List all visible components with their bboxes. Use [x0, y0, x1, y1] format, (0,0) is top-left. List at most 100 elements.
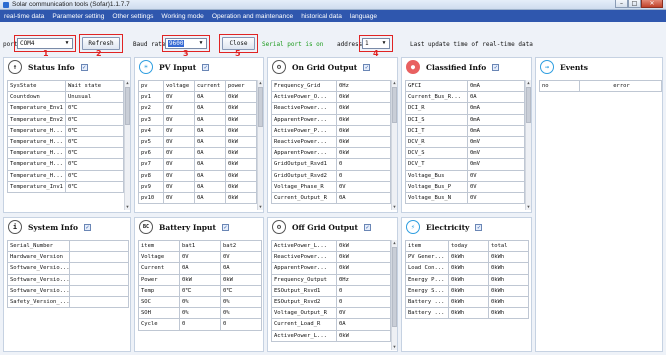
- menu-historical-data[interactable]: historical data: [297, 13, 346, 20]
- value-cell: 0: [336, 295, 391, 309]
- key-cell: ActivePower_L...: [271, 239, 337, 253]
- minimize-button[interactable]: –: [615, 0, 628, 8]
- table-row: Safety_Version_...: [7, 295, 129, 309]
- value-cell: 0kW: [336, 239, 391, 253]
- table-row: ApparentPower... 0kW: [271, 147, 391, 160]
- pv-cell: pv2: [138, 102, 164, 115]
- table-row: ApparentPower... 0kW: [271, 262, 391, 275]
- scroll-thumb[interactable]: [526, 87, 531, 123]
- key-cell: SysState: [7, 79, 66, 93]
- table-row: SysState Wait state: [7, 79, 124, 93]
- classified-scrollbar[interactable]: ▲ ▼: [525, 80, 531, 210]
- total-cell: 0kWh: [488, 284, 529, 297]
- table-row: Software_Versio...: [7, 262, 129, 275]
- key-cell: ReactivePower...: [271, 102, 337, 115]
- table-row: Temp 0℃ 0℃: [138, 284, 262, 297]
- item-cell: Battery ...: [405, 307, 449, 320]
- value-cell: 0mA: [467, 124, 525, 137]
- power-cell: 0kW: [225, 135, 257, 149]
- today-cell: 0kWh: [448, 295, 489, 309]
- electricity-panel: ⚡ Electricity ✓ item today total PV Gener...…: [401, 217, 532, 352]
- value-cell: 0mA: [467, 113, 525, 126]
- key-cell: Voltage_Bus_N: [405, 191, 468, 205]
- bat2-cell: 0%: [220, 295, 262, 309]
- scroll-up-icon[interactable]: ▲: [125, 80, 130, 86]
- power-cell: 0kW: [225, 124, 257, 137]
- column-header: current: [194, 79, 226, 93]
- table-row: Voltage_Bus_P 0V: [405, 180, 525, 193]
- scroll-down-icon[interactable]: ▼: [392, 344, 397, 350]
- electricity-checkbox[interactable]: ✓: [475, 223, 483, 231]
- column-header: voltage: [163, 79, 195, 93]
- value-cell: 0mV: [467, 135, 525, 149]
- key-cell: Temperature_Env1: [7, 102, 66, 115]
- value-cell: 0kW: [336, 329, 391, 342]
- on-grid-checkbox[interactable]: ✓: [363, 63, 371, 71]
- key-cell: Temperature_H...: [7, 169, 66, 182]
- pv-input-scrollbar[interactable]: ▲ ▼: [257, 80, 263, 210]
- key-cell: Temperature_H...: [7, 135, 66, 149]
- on-grid-scrollbar[interactable]: ▲ ▼: [391, 80, 397, 210]
- key-cell: DCV_R: [405, 135, 468, 149]
- bat2-cell: 0: [220, 318, 262, 331]
- scroll-thumb[interactable]: [392, 87, 397, 123]
- scroll-up-icon[interactable]: ▲: [392, 80, 397, 86]
- current-cell: 0A: [194, 158, 226, 171]
- menu-operation-maintenance[interactable]: Operation and maintenance: [208, 13, 297, 20]
- power-cell: 0kW: [225, 158, 257, 171]
- key-cell: DCI_R: [405, 102, 468, 115]
- status-info-checkbox[interactable]: ✓: [80, 63, 88, 71]
- electricity-table: item today total PV Gener... 0kWh 0kWh Load …: [405, 239, 529, 320]
- off-grid-scrollbar[interactable]: ▲ ▼: [391, 240, 397, 350]
- value-cell: [69, 273, 129, 286]
- system-info-checkbox[interactable]: ✓: [83, 223, 91, 231]
- value-cell: 0℃: [65, 102, 124, 115]
- menu-language[interactable]: language: [346, 13, 381, 20]
- menu-other-settings[interactable]: Other settings: [108, 13, 157, 20]
- menu-working-mode[interactable]: Working mode: [157, 13, 207, 20]
- power-cell: 0kW: [225, 113, 257, 126]
- scroll-up-icon[interactable]: ▲: [392, 240, 397, 246]
- key-cell: DCI_S: [405, 113, 468, 126]
- column-header: today: [448, 239, 489, 253]
- table-row: ActivePower_L... 0kW: [271, 329, 391, 342]
- scroll-down-icon[interactable]: ▼: [258, 204, 263, 210]
- pv-input-checkbox[interactable]: ✓: [202, 63, 210, 71]
- bat1-cell: 0kW: [179, 273, 221, 286]
- table-row: Temperature_H... 0℃: [7, 124, 124, 137]
- value-cell: [69, 239, 129, 253]
- item-cell: Energy S...: [405, 284, 449, 297]
- table-row: DCV_S 0mV: [405, 147, 525, 160]
- scroll-up-icon[interactable]: ▲: [526, 80, 531, 86]
- value-cell: 0℃: [65, 180, 124, 193]
- maximize-button[interactable]: □: [628, 0, 641, 8]
- scroll-thumb[interactable]: [258, 87, 263, 127]
- panel-title: Battery Input: [159, 222, 216, 232]
- table-row: PV Gener... 0kWh 0kWh: [405, 251, 529, 264]
- battery-icon: BC: [139, 220, 153, 234]
- key-cell: ApparentPower...: [271, 262, 337, 275]
- pv-cell: pv7: [138, 158, 164, 171]
- scroll-thumb[interactable]: [125, 87, 130, 125]
- key-cell: ActivePower_O...: [271, 91, 337, 104]
- menu-parameter-setting[interactable]: Parameter setting: [48, 13, 108, 20]
- scroll-down-icon[interactable]: ▼: [526, 204, 531, 210]
- battery-input-checkbox[interactable]: ✓: [221, 223, 229, 231]
- key-cell: Temperature_Env2: [7, 113, 66, 126]
- menu-realtime-data[interactable]: real-time data: [0, 13, 48, 20]
- scroll-up-icon[interactable]: ▲: [258, 80, 263, 86]
- off-grid-checkbox[interactable]: ✓: [363, 223, 371, 231]
- status-info-scrollbar[interactable]: ▲ ▼: [124, 80, 130, 210]
- scroll-thumb[interactable]: [392, 247, 397, 327]
- power-cell: 0kW: [225, 147, 257, 160]
- panel-title: Status Info: [28, 62, 75, 72]
- today-cell: 0kWh: [448, 284, 489, 297]
- classified-checkbox[interactable]: ✓: [492, 63, 500, 71]
- pv-input-panel: ☀ PV Input ✓ pv voltage current power pv1 0V 0A…: [134, 57, 264, 213]
- close-window-button[interactable]: ✕: [641, 0, 663, 8]
- key-cell: ActivePower_P...: [271, 124, 337, 137]
- scroll-down-icon[interactable]: ▼: [392, 204, 397, 210]
- voltage-cell: 0V: [163, 135, 195, 149]
- scroll-down-icon[interactable]: ▼: [125, 204, 130, 210]
- key-cell: Voltage_Output_R: [271, 307, 337, 320]
